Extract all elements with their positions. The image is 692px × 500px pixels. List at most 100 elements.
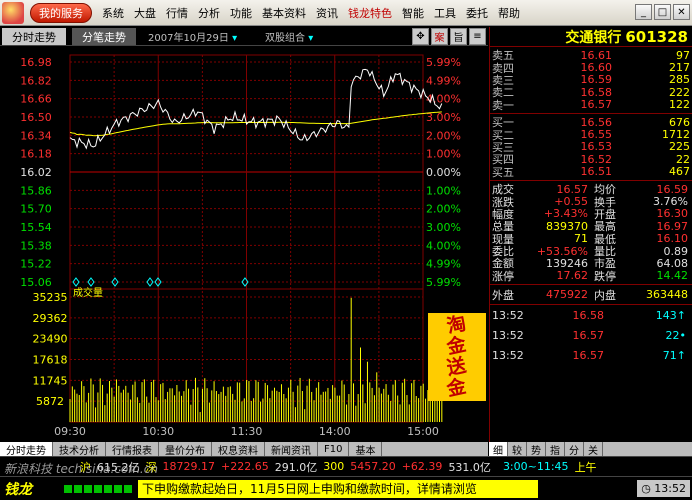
price-tick-label: 16.34 bbox=[20, 129, 52, 142]
combo-selector[interactable]: 双股组合 ▾ bbox=[265, 29, 313, 44]
pct-tick-label: 3.00% bbox=[426, 221, 461, 234]
tick-time: 13:52 bbox=[492, 348, 524, 362]
stat-value: 16.59 bbox=[656, 182, 689, 196]
right-tab-5[interactable]: 关 bbox=[584, 442, 603, 457]
price-tick-label: 16.82 bbox=[20, 74, 52, 87]
menu-item-9[interactable]: 工具 bbox=[434, 5, 456, 21]
volume-tick-label: 17618 bbox=[33, 354, 68, 367]
menu-item-10[interactable]: 委托 bbox=[466, 5, 488, 21]
pct-tick-label: 4.99% bbox=[426, 74, 461, 87]
average-price-line bbox=[69, 111, 442, 137]
price-tick-label: 15.06 bbox=[20, 276, 52, 289]
note-tool-icon[interactable]: 旨 bbox=[450, 28, 467, 45]
ask-label: 卖一 bbox=[492, 98, 514, 112]
bid-volume: 22 bbox=[676, 152, 690, 166]
stat-value: +53.56% bbox=[536, 244, 588, 258]
right-tab-0[interactable]: 细 bbox=[489, 442, 508, 457]
maximize-button[interactable]: □ bbox=[654, 4, 671, 20]
bid-label: 买五 bbox=[492, 165, 514, 179]
promo-banner[interactable]: 淘 金 送 金 bbox=[428, 312, 486, 401]
tab-ticks[interactable]: 分笔走势 bbox=[72, 28, 136, 45]
right-tab-2[interactable]: 势 bbox=[527, 442, 546, 457]
volume-tick-label: 35235 bbox=[33, 291, 68, 304]
pct-tick-label: 1.00% bbox=[426, 148, 461, 161]
right-tab-4[interactable]: 分 bbox=[565, 442, 584, 457]
bid-price: 16.51 bbox=[580, 165, 613, 179]
time-tick-label: 10:30 bbox=[142, 425, 174, 438]
minimize-button[interactable]: _ bbox=[635, 4, 652, 20]
date-text: 2007年10月29日 bbox=[148, 33, 229, 44]
chevron-down-icon: ▾ bbox=[232, 33, 238, 44]
stock-title: 交通银行 601328 bbox=[490, 27, 692, 47]
index-value: 300 bbox=[323, 460, 345, 473]
tick-row: 13:52 16.57 71↑ bbox=[490, 345, 692, 365]
menu-item-6[interactable]: 资讯 bbox=[316, 5, 338, 21]
clock: ◷ 13:52 bbox=[637, 480, 690, 497]
price-line bbox=[69, 68, 443, 150]
intraday-chart[interactable]: 16.98 5.99% 16.82 4.99% 16.66 4.00% 16.50 3.00%… bbox=[0, 47, 488, 442]
my-service-button[interactable]: 我的服务 bbox=[30, 2, 92, 23]
bid-price: 16.52 bbox=[580, 152, 613, 166]
tab-intraday[interactable]: 分时走势 bbox=[2, 28, 66, 45]
bid-price: 16.56 bbox=[580, 115, 613, 129]
time-tick-label: 09:30 bbox=[54, 425, 86, 438]
ask-row[interactable]: 卖一 16.57 122 bbox=[490, 98, 692, 112]
menu-item-2[interactable]: 行情 bbox=[166, 5, 188, 21]
bottom-tab-5[interactable]: 新闻资讯 bbox=[265, 442, 318, 457]
menu-item-8[interactable]: 智能 bbox=[402, 5, 424, 21]
index-value: 18729.17 bbox=[162, 460, 216, 473]
close-button[interactable]: ✕ bbox=[673, 4, 690, 20]
bottom-tabs: 分时走势 技术分析 行情报表 量价分布 权息资料 新闻资讯 F10 基本 bbox=[0, 442, 488, 457]
menu-item-4[interactable]: 功能 bbox=[230, 5, 252, 21]
menu-tool-icon[interactable]: ≡ bbox=[469, 28, 486, 45]
case-tool-icon[interactable]: 案 bbox=[431, 28, 448, 45]
menu-item-5[interactable]: 基本资料 bbox=[262, 5, 306, 21]
menu-item-7[interactable]: 钱龙特色 bbox=[348, 5, 392, 21]
clock-time: 13:52 bbox=[654, 482, 686, 495]
bottom-tab-1[interactable]: 技术分析 bbox=[53, 442, 106, 457]
menu-item-3[interactable]: 分析 bbox=[198, 5, 220, 21]
pct-tick-label: 1.00% bbox=[426, 184, 461, 197]
bottom-tab-6[interactable]: F10 bbox=[318, 442, 350, 456]
stat-value: 839370 bbox=[546, 219, 588, 233]
session-label: 上午 bbox=[574, 460, 597, 474]
stat-value: 16.10 bbox=[656, 232, 689, 246]
price-tick-label: 15.22 bbox=[20, 258, 52, 271]
menu-item-11[interactable]: 帮助 bbox=[498, 5, 520, 21]
bottom-tab-2[interactable]: 行情报表 bbox=[106, 442, 159, 457]
bid-list: 买一 16.56 676 买二 16.55 1712 买三 16.53 225 买四 16.52 22… bbox=[490, 114, 692, 181]
bid-row[interactable]: 买五 16.51 467 bbox=[490, 165, 692, 179]
brand-logo: 钱龙 bbox=[4, 481, 32, 498]
stat-value: 17.62 bbox=[556, 269, 589, 283]
menu-item-0[interactable]: 系统 bbox=[102, 5, 124, 21]
window-buttons: _ □ ✕ bbox=[635, 4, 690, 20]
bottom-tab-0[interactable]: 分时走势 bbox=[0, 442, 53, 457]
bottom-tab-3[interactable]: 量价分布 bbox=[159, 442, 212, 457]
ticker-text[interactable]: 下申购缴款起始日，11月5日网上申购和缴款时间，详情请浏览 bbox=[138, 479, 538, 498]
price-tick-label: 16.02 bbox=[20, 166, 52, 179]
stat-value: 3.76% bbox=[653, 195, 688, 208]
inner-value: 363448 bbox=[646, 288, 688, 302]
bid-price: 16.55 bbox=[580, 128, 613, 142]
right-tab-1[interactable]: 较 bbox=[508, 442, 527, 457]
date-selector[interactable]: 2007年10月29日 ▾ bbox=[148, 29, 237, 44]
chevron-down-icon: ▾ bbox=[308, 33, 314, 44]
menu-item-1[interactable]: 大盘 bbox=[134, 5, 156, 21]
bottom-tab-4[interactable]: 权息资料 bbox=[212, 442, 265, 457]
tick-price: 16.58 bbox=[572, 308, 605, 322]
tick-price: 16.57 bbox=[572, 348, 605, 362]
stat-value: 14.42 bbox=[656, 269, 689, 283]
pct-tick-label: 5.99% bbox=[426, 56, 461, 69]
pct-tick-label: 0.00% bbox=[426, 166, 461, 179]
stat-label: 跌停 bbox=[594, 269, 616, 283]
stat-value: 16.57 bbox=[556, 182, 589, 196]
right-tab-3[interactable]: 指 bbox=[546, 442, 565, 457]
ask-price: 16.57 bbox=[580, 98, 613, 112]
move-tool-icon[interactable]: ✥ bbox=[412, 28, 429, 45]
tick-time: 13:52 bbox=[492, 328, 524, 342]
ask-price: 16.61 bbox=[580, 48, 613, 62]
price-tick-label: 16.18 bbox=[20, 148, 52, 161]
bottom-tab-7[interactable]: 基本 bbox=[349, 442, 383, 457]
promo-text-4: 金 bbox=[445, 375, 469, 401]
menubar: 我的服务 系统 大盘 行情 分析 功能 基本资料 资讯 钱龙特色 智能 工具 委托 帮助 _ □ ✕ bbox=[0, 0, 692, 26]
